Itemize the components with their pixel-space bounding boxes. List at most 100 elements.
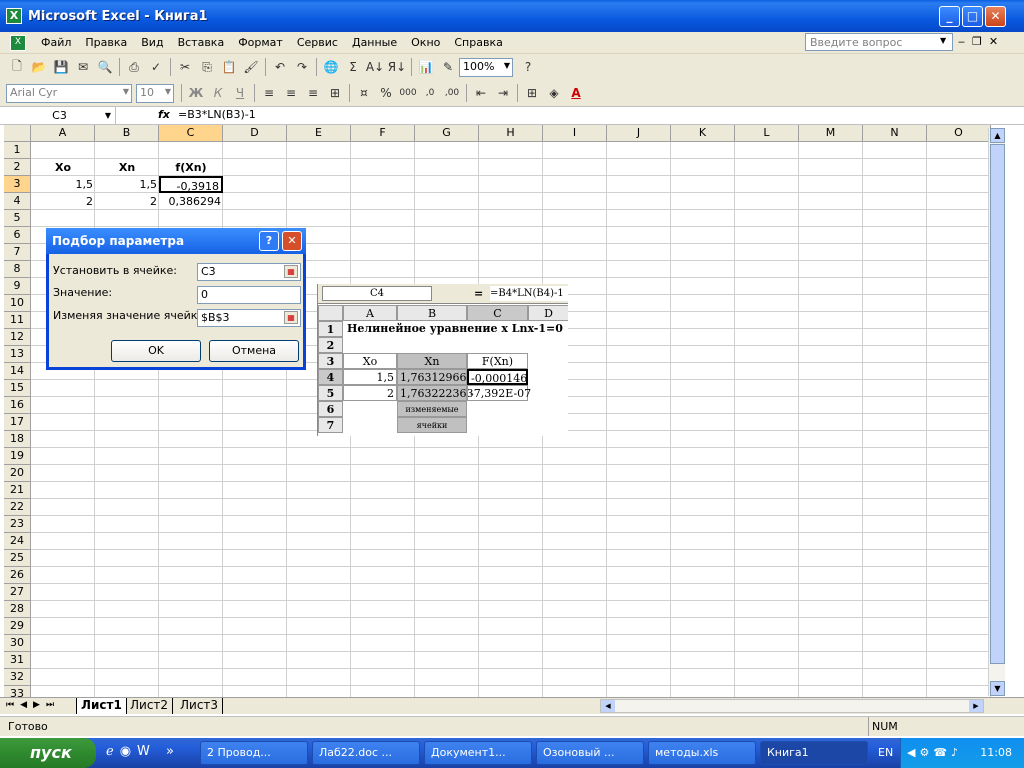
row-header-10[interactable]: 10 (4, 295, 31, 312)
increase-indent-icon[interactable]: ⇥ (492, 82, 514, 104)
hyperlink-icon[interactable]: 🌐 (320, 56, 342, 78)
bold-icon[interactable]: Ж (185, 82, 207, 104)
start-button[interactable]: пуск (0, 738, 96, 768)
row-header-18[interactable]: 18 (4, 431, 31, 448)
currency-icon[interactable]: ¤ (353, 82, 375, 104)
cell-a2[interactable]: Xo (31, 159, 95, 176)
column-header-d[interactable]: D (223, 125, 287, 142)
task-word-doc1[interactable]: Документ1... (424, 741, 532, 765)
tray-icons[interactable]: ◀⚙☎♪ (907, 746, 962, 759)
close-button[interactable]: ✕ (985, 6, 1006, 27)
copy-icon[interactable]: ⎘ (196, 56, 218, 78)
row-header-17[interactable]: 17 (4, 414, 31, 431)
column-header-c[interactable]: C (159, 125, 223, 142)
menu-help[interactable]: Справка (447, 36, 509, 49)
decrease-decimal-icon[interactable]: ,00 (441, 82, 463, 104)
drawing-icon[interactable]: ✎ (437, 56, 459, 78)
menu-window[interactable]: Окно (404, 36, 447, 49)
horizontal-scrollbar[interactable]: ◀ ▶ (600, 699, 984, 713)
menu-data[interactable]: Данные (345, 36, 404, 49)
help-icon[interactable]: ? (517, 56, 539, 78)
close-icon[interactable]: ✕ (282, 231, 302, 251)
row-header-1[interactable]: 1 (4, 142, 31, 159)
row-header-28[interactable]: 28 (4, 601, 31, 618)
row-header-12[interactable]: 12 (4, 329, 31, 346)
task-explorer[interactable]: 2 Провод... (200, 741, 308, 765)
range-select-icon[interactable]: ▦ (284, 311, 298, 324)
menu-file[interactable]: Файл (34, 36, 78, 49)
ok-button[interactable]: OK (111, 340, 201, 362)
row-header-25[interactable]: 25 (4, 550, 31, 567)
underline-icon[interactable]: Ч (229, 82, 251, 104)
tab-sheet1[interactable]: Лист1 (76, 698, 127, 714)
task-excel-book1[interactable]: Книга1 (760, 741, 868, 765)
row-header-8[interactable]: 8 (4, 261, 31, 278)
row-header-5[interactable]: 5 (4, 210, 31, 227)
chevron-down-icon[interactable]: ▼ (940, 36, 946, 45)
row-header-4[interactable]: 4 (4, 193, 31, 210)
workbook-icon[interactable]: X (10, 34, 26, 51)
scroll-left-icon[interactable]: ◀ (601, 700, 615, 712)
name-box[interactable]: C3 ▼ (4, 107, 116, 124)
cancel-button[interactable]: Отмена (209, 340, 299, 362)
tab-sheet2[interactable]: Лист2 (126, 698, 174, 714)
column-header-f[interactable]: F (351, 125, 415, 142)
cell-a3[interactable]: 1,5 (31, 176, 95, 193)
chart-icon[interactable]: 📊 (415, 56, 437, 78)
column-header-a[interactable]: A (31, 125, 95, 142)
row-header-31[interactable]: 31 (4, 652, 31, 669)
print-preview-icon[interactable]: 🔍 (94, 56, 116, 78)
row-header-22[interactable]: 22 (4, 499, 31, 516)
borders-icon[interactable]: ⊞ (521, 82, 543, 104)
fx-icon[interactable]: fx (158, 108, 170, 121)
column-header-g[interactable]: G (415, 125, 479, 142)
cell-a4[interactable]: 2 (31, 193, 95, 210)
italic-icon[interactable]: К (207, 82, 229, 104)
row-header-21[interactable]: 21 (4, 482, 31, 499)
row-header-32[interactable]: 32 (4, 669, 31, 686)
row-header-29[interactable]: 29 (4, 618, 31, 635)
row-header-9[interactable]: 9 (4, 278, 31, 295)
excel-app-icon[interactable]: X (6, 8, 22, 24)
row-header-19[interactable]: 19 (4, 448, 31, 465)
font-select[interactable]: Arial Cyr ▼ (6, 83, 132, 103)
cell-c3[interactable]: -0,3918 (159, 176, 223, 193)
menu-tools[interactable]: Сервис (290, 36, 345, 49)
cut-icon[interactable]: ✂ (174, 56, 196, 78)
maximize-button[interactable]: □ (962, 6, 983, 27)
permission-icon[interactable]: ✉ (72, 56, 94, 78)
row-header-27[interactable]: 27 (4, 584, 31, 601)
row-header-14[interactable]: 14 (4, 363, 31, 380)
merge-center-icon[interactable]: ⊞ (324, 82, 346, 104)
help-icon[interactable]: ? (259, 231, 279, 251)
set-cell-input[interactable]: C3 ▦ (197, 263, 301, 281)
save-icon[interactable]: 💾 (50, 56, 72, 78)
row-header-26[interactable]: 26 (4, 567, 31, 584)
row-header-20[interactable]: 20 (4, 465, 31, 482)
scroll-down-icon[interactable]: ▼ (990, 681, 1005, 696)
quick-launch-icons[interactable]: ℯ◉W » (106, 744, 180, 759)
column-header-j[interactable]: J (607, 125, 671, 142)
menu-view[interactable]: Вид (134, 36, 170, 49)
font-color-icon[interactable]: A (565, 82, 587, 104)
fill-color-icon[interactable]: ◈ (543, 82, 565, 104)
font-size-select[interactable]: 10 ▼ (136, 83, 174, 103)
paste-icon[interactable]: 📋 (218, 56, 240, 78)
tab-nav-icons[interactable]: ⏮◀▶⏭ (6, 700, 60, 710)
align-left-icon[interactable]: ≡ (258, 82, 280, 104)
cell-c4[interactable]: 0,386294 (159, 193, 223, 210)
column-header-k[interactable]: K (671, 125, 735, 142)
row-header-11[interactable]: 11 (4, 312, 31, 329)
cell-b3[interactable]: 1,5 (95, 176, 159, 193)
undo-icon[interactable]: ↶ (269, 56, 291, 78)
task-word-ozone[interactable]: Озоновый ... (536, 741, 644, 765)
row-header-2[interactable]: 2 (4, 159, 31, 176)
scroll-up-icon[interactable]: ▲ (990, 128, 1005, 143)
row-header-3[interactable]: 3 (4, 176, 31, 193)
menu-edit[interactable]: Правка (78, 36, 134, 49)
percent-icon[interactable]: % (375, 82, 397, 104)
sort-desc-icon[interactable]: Я↓ (386, 56, 408, 78)
new-icon[interactable]: 🗋 (6, 56, 28, 78)
row-header-7[interactable]: 7 (4, 244, 31, 261)
print-icon[interactable]: ⎙ (123, 56, 145, 78)
